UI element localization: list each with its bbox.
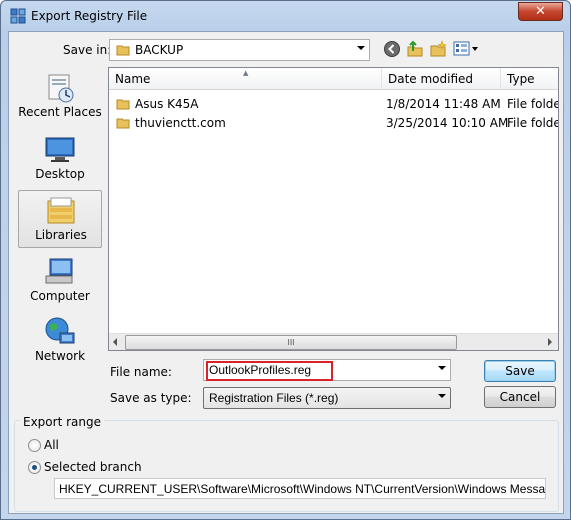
horizontal-scrollbar[interactable]: III <box>109 333 558 350</box>
place-computer[interactable]: Computer <box>18 252 102 310</box>
place-label: Recent Places <box>18 105 102 119</box>
computer-icon <box>45 258 73 284</box>
places-bar: Recent Places Desktop Libraries Computer… <box>18 68 103 398</box>
up-folder-icon[interactable] <box>406 40 424 58</box>
file-type: File folder <box>507 116 558 130</box>
column-name[interactable]: Name <box>109 68 382 90</box>
radio-all-label[interactable]: All <box>44 438 59 452</box>
save-in-label: Save in: <box>63 43 112 57</box>
title-bar[interactable]: Export Registry File ✕ <box>1 1 570 31</box>
window-title: Export Registry File <box>31 9 148 23</box>
scroll-left-icon[interactable] <box>113 338 117 346</box>
dialog-body: Save in: BACKUP Recent Places Desktop Li… <box>8 31 564 514</box>
scroll-right-icon[interactable] <box>548 338 552 346</box>
close-button[interactable]: ✕ <box>518 2 563 21</box>
place-label: Libraries <box>35 228 87 242</box>
view-menu-icon[interactable] <box>453 40 479 58</box>
table-row[interactable]: thuvienctt.com 3/25/2014 10:10 AM File f… <box>109 114 558 133</box>
radio-selected-branch[interactable] <box>28 461 41 474</box>
table-row[interactable]: Asus K45A 1/8/2014 11:48 AM File folder <box>109 95 558 114</box>
back-icon[interactable] <box>383 40 401 58</box>
registry-editor-icon <box>10 8 26 24</box>
network-icon <box>45 317 75 344</box>
chevron-down-icon[interactable] <box>438 366 446 370</box>
chevron-down-icon[interactable] <box>438 394 446 398</box>
save-in-value: BACKUP <box>135 43 184 57</box>
place-desktop[interactable]: Desktop <box>18 130 102 188</box>
export-registry-dialog: Export Registry File ✕ Save in: BACKUP R… <box>0 0 571 520</box>
column-type[interactable]: Type <box>501 68 558 90</box>
radio-all[interactable] <box>28 439 41 452</box>
save-in-combo[interactable]: BACKUP <box>109 39 370 61</box>
folder-icon <box>116 45 130 56</box>
folder-icon <box>116 118 130 129</box>
recent-places-icon <box>48 74 74 103</box>
file-list[interactable]: ▲ Name Date modified Type Asus K45A 1/8/… <box>108 67 559 351</box>
place-libraries[interactable]: Libraries <box>18 190 102 248</box>
radio-selected-branch-label[interactable]: Selected branch <box>44 460 142 474</box>
folder-icon <box>116 99 130 110</box>
place-label: Network <box>34 349 86 363</box>
file-name-field[interactable]: OutlookProfiles.reg <box>203 359 451 381</box>
column-date-modified[interactable]: Date modified <box>382 68 501 90</box>
new-folder-icon[interactable] <box>429 40 447 58</box>
cancel-button[interactable]: Cancel <box>484 386 556 408</box>
export-range-legend: Export range <box>20 415 104 429</box>
file-type: File folder <box>507 97 558 111</box>
desktop-icon <box>45 137 75 162</box>
file-name-label: File name: <box>110 365 172 379</box>
branch-path-value: HKEY_CURRENT_USER\Software\Microsoft\Win… <box>59 482 546 496</box>
place-label: Computer <box>30 289 90 303</box>
place-label: Desktop <box>35 167 85 181</box>
file-name: thuvienctt.com <box>135 116 226 130</box>
save-button[interactable]: Save <box>484 360 556 382</box>
file-name: Asus K45A <box>135 97 199 111</box>
file-date: 1/8/2014 11:48 AM <box>386 97 501 111</box>
chevron-down-icon[interactable] <box>357 46 365 50</box>
column-header: ▲ Name Date modified Type <box>109 68 558 90</box>
file-name-value[interactable]: OutlookProfiles.reg <box>209 363 311 377</box>
save-type-select[interactable]: Registration Files (*.reg) <box>203 387 451 409</box>
place-network[interactable]: Network <box>18 312 102 370</box>
branch-path-field[interactable]: HKEY_CURRENT_USER\Software\Microsoft\Win… <box>54 478 546 499</box>
file-date: 3/25/2014 10:10 AM <box>386 116 509 130</box>
libraries-icon <box>47 197 75 224</box>
scroll-thumb[interactable]: III <box>125 335 457 350</box>
place-recent-places[interactable]: Recent Places <box>18 68 102 126</box>
save-type-value: Registration Files (*.reg) <box>209 391 339 405</box>
save-type-label: Save as type: <box>110 391 192 405</box>
